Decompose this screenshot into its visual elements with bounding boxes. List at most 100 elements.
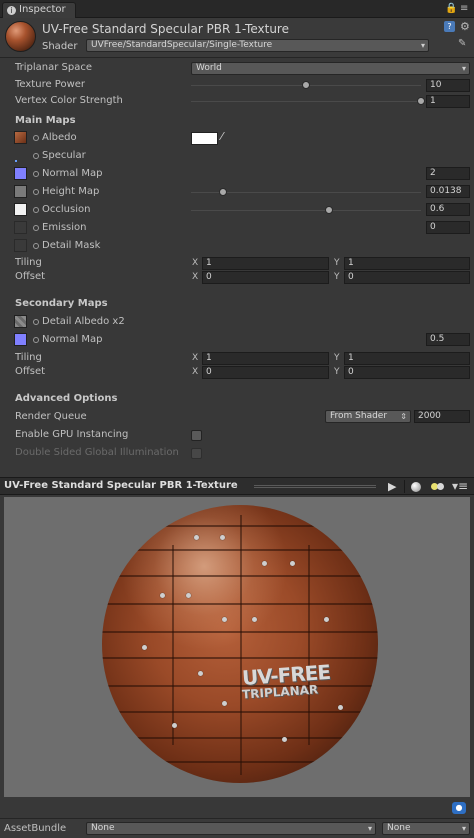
asset-bundle-variant-value: None [387, 823, 411, 833]
occlusion-slider-thumb[interactable] [325, 206, 333, 214]
gpu-instancing-checkbox[interactable] [191, 430, 202, 441]
secondary-offset-x-field[interactable]: 0 [202, 366, 329, 379]
double-sided-gi-label: Double Sided Global Illumination [15, 447, 179, 458]
preview-header: UV-Free Standard Specular PBR 1-Texture … [0, 477, 474, 495]
preview-light-secondary-icon [437, 483, 444, 490]
secondary-normal-map-picker-icon[interactable] [33, 337, 39, 343]
normal-map-texture-slot[interactable] [14, 167, 27, 180]
settings-gear-icon[interactable]: ⚙ [460, 20, 470, 33]
dropdown-arrow-icon: ▾ [461, 64, 466, 73]
height-map-texture-slot[interactable] [14, 185, 27, 198]
emission-field[interactable]: 0 [426, 221, 470, 234]
vertex-color-strength-field[interactable]: 1 [426, 95, 470, 108]
main-tiling-label: Tiling [15, 257, 42, 268]
main-tiling-y-field[interactable]: 1 [344, 257, 470, 270]
height-map-picker-icon[interactable] [33, 189, 39, 195]
albedo-picker-icon[interactable] [33, 135, 39, 141]
shader-value: UVFree/StandardSpecular/Single-Texture [91, 40, 273, 50]
shader-label: Shader [42, 41, 78, 52]
main-offset-x-label: X [192, 272, 199, 282]
height-map-slider-thumb[interactable] [218, 188, 227, 196]
emission-picker-icon[interactable] [33, 225, 39, 231]
emission-label: Emission [42, 222, 87, 233]
secondary-tiling-y-field[interactable]: 1 [344, 352, 470, 365]
height-map-field[interactable]: 0.0138 [426, 185, 470, 198]
tab-inspector[interactable]: i Inspector [2, 2, 76, 18]
secondary-maps-heading: Secondary Maps [15, 298, 108, 309]
render-queue-field[interactable]: 2000 [414, 410, 470, 423]
secondary-tiling-y-label: Y [334, 353, 340, 363]
texture-power-slider-thumb[interactable] [302, 81, 310, 89]
dropdown-arrow-icon: ▾ [367, 824, 372, 833]
vertex-color-strength-label: Vertex Color Strength [15, 95, 123, 106]
material-preview[interactable]: UV-FREE TRIPLANAR [4, 497, 470, 797]
preview-drag-handle[interactable] [254, 485, 376, 488]
main-tiling-x-field[interactable]: 1 [202, 257, 329, 270]
play-icon[interactable]: ▶ [388, 480, 396, 493]
shader-dropdown[interactable]: UVFree/StandardSpecular/Single-Texture ▾ [86, 39, 429, 52]
detail-albedo-picker-icon[interactable] [33, 319, 39, 325]
occlusion-track[interactable] [191, 210, 421, 211]
main-tiling-x-label: X [192, 258, 199, 268]
preview-menu-icon[interactable]: ▾≡ [452, 479, 468, 493]
normal-map-picker-icon[interactable] [33, 171, 39, 177]
asset-label-tag-icon[interactable]: ● [452, 802, 466, 814]
occlusion-texture-slot[interactable] [14, 203, 27, 216]
asset-bundle-name-dropdown[interactable]: None ▾ [86, 822, 376, 835]
render-queue-dropdown[interactable]: From Shader ⇕ [325, 410, 411, 423]
advanced-options-heading: Advanced Options [15, 393, 118, 404]
occlusion-label: Occlusion [42, 204, 91, 215]
edit-shader-icon[interactable]: ✎ [458, 38, 466, 49]
secondary-normal-map-texture-slot[interactable] [14, 333, 27, 346]
detail-mask-label: Detail Mask [42, 240, 101, 251]
specular-label: Specular [42, 150, 86, 161]
main-offset-label: Offset [15, 271, 46, 282]
panel-menu-icon[interactable]: ≡ [460, 3, 468, 14]
normal-map-label: Normal Map [42, 168, 103, 179]
preview-mesh-sphere-icon[interactable] [411, 482, 421, 492]
secondary-offset-y-field[interactable]: 0 [344, 366, 470, 379]
triplanar-space-dropdown[interactable]: World ▾ [191, 62, 470, 75]
vertex-color-strength-track[interactable] [191, 101, 421, 102]
detail-mask-texture-slot[interactable] [14, 239, 27, 252]
secondary-tiling-x-label: X [192, 353, 199, 363]
detail-albedo-label: Detail Albedo x2 [42, 316, 125, 327]
secondary-normal-map-field[interactable]: 0.5 [426, 333, 470, 346]
render-queue-label: Render Queue [15, 411, 87, 422]
main-offset-x-field[interactable]: 0 [202, 271, 329, 284]
normal-map-strength-field[interactable]: 2 [426, 167, 470, 180]
toolbar-divider [404, 480, 405, 493]
eyedropper-icon[interactable]: ⁄ [221, 130, 223, 143]
asset-bundle-variant-dropdown[interactable]: None ▾ [382, 822, 470, 835]
secondary-offset-y-label: Y [334, 367, 340, 377]
tab-inspector-label: Inspector [19, 4, 66, 15]
lock-icon[interactable]: 🔒 [445, 3, 457, 14]
dropdown-arrow-icon: ▾ [461, 824, 466, 833]
main-offset-y-field[interactable]: 0 [344, 271, 470, 284]
albedo-color-field[interactable] [191, 132, 218, 145]
specular-texture-slot[interactable] [14, 150, 27, 163]
dropdown-arrow-icon: ▾ [420, 41, 425, 50]
preview-sphere: UV-FREE TRIPLANAR [102, 505, 378, 783]
vertex-color-strength-slider-thumb[interactable] [417, 97, 425, 105]
info-icon: i [7, 6, 16, 15]
specular-picker-icon[interactable] [33, 153, 39, 159]
double-sided-gi-checkbox [191, 448, 202, 459]
texture-power-field[interactable]: 10 [426, 79, 470, 92]
detail-mask-picker-icon[interactable] [33, 243, 39, 249]
preview-title: UV-Free Standard Specular PBR 1-Texture [4, 480, 238, 491]
occlusion-picker-icon[interactable] [33, 207, 39, 213]
secondary-offset-label: Offset [15, 366, 46, 377]
help-icon[interactable]: ? [444, 21, 455, 32]
secondary-tiling-label: Tiling [15, 352, 42, 363]
main-offset-y-label: Y [334, 272, 340, 282]
texture-power-label: Texture Power [15, 79, 86, 90]
triplanar-space-value: World [196, 63, 222, 73]
occlusion-field[interactable]: 0.6 [426, 203, 470, 216]
secondary-tiling-x-field[interactable]: 1 [202, 352, 329, 365]
emission-texture-slot[interactable] [14, 221, 27, 234]
albedo-texture-slot[interactable] [14, 131, 27, 144]
detail-albedo-texture-slot[interactable] [14, 315, 27, 328]
material-title: UV-Free Standard Specular PBR 1-Texture [42, 22, 289, 36]
dropdown-arrow-icon: ⇕ [400, 412, 407, 421]
